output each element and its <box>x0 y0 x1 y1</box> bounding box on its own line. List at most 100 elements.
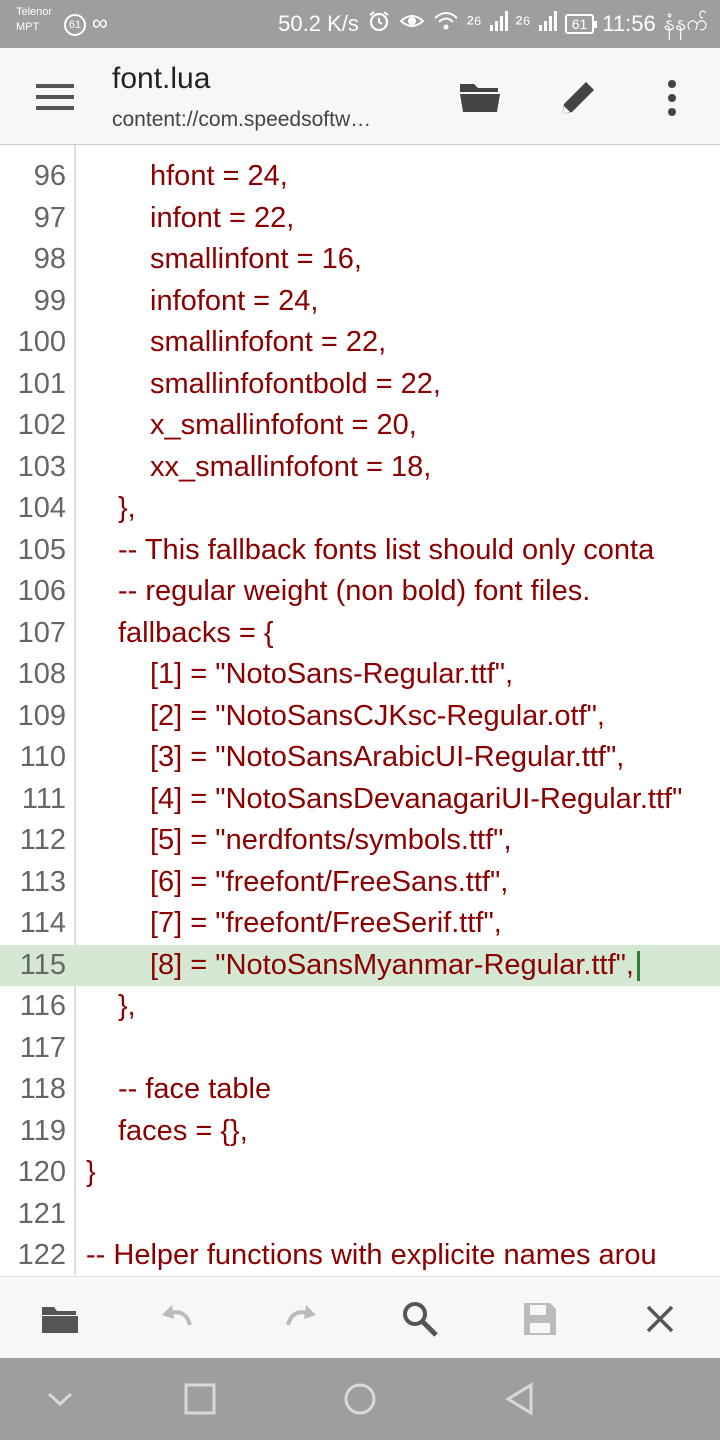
undo-icon[interactable] <box>158 1299 198 1339</box>
line-number: 113 <box>19 865 66 898</box>
app-toolbar: font.lua content://com.speedsoftw… <box>0 48 720 145</box>
open-folder-icon[interactable] <box>458 76 502 120</box>
status-bar: Telenor MPT 61 ∞ 50.2 K/s ²⁶ ²⁶ 61 11:56… <box>0 0 720 48</box>
line-number: 97 <box>33 201 66 234</box>
open-file-icon[interactable] <box>40 1299 80 1339</box>
code-line[interactable]: 117 <box>0 1028 720 1070</box>
signal-2-icon <box>538 11 557 37</box>
clock-suffix: နံနက် <box>663 9 708 35</box>
code-line[interactable]: 108 [1] = "NotoSans-Regular.ttf", <box>0 654 720 696</box>
code-line[interactable]: 104}, <box>0 488 720 530</box>
signal-2-label: ²⁶ <box>515 12 531 35</box>
code-text: smallinfont = 16, <box>150 243 362 275</box>
line-number: 104 <box>17 492 66 524</box>
code-line[interactable]: 98 smallinfont = 16, <box>0 239 720 281</box>
code-text: }, <box>118 492 136 524</box>
code-line[interactable]: 109 [2] = "NotoSansCJKsc-Regular.otf", <box>0 696 720 738</box>
code-line[interactable]: 120} <box>0 1152 720 1194</box>
code-line[interactable]: 96 hfont = 24, <box>0 156 720 198</box>
code-text: hfont = 24, <box>150 160 288 192</box>
code-editor[interactable]: 96 hfont = 24, 97 infont = 22, 98 smallinfont… <box>0 145 720 1275</box>
redo-icon[interactable] <box>280 1299 320 1339</box>
code-text: fallbacks = { <box>118 616 274 649</box>
carrier-info: Telenor MPT <box>16 6 52 36</box>
line-number: 98 <box>33 243 66 275</box>
code-line[interactable]: 102 x_smallinfofont = 20, <box>0 405 720 447</box>
notification-badge: 61 <box>64 14 86 36</box>
code-line[interactable]: 107 fallbacks = { <box>0 613 720 655</box>
line-number: 106 <box>17 575 66 607</box>
clock: 11:56 <box>602 11 656 36</box>
code-text: [2] = "NotoSansCJKsc-Regular.otf", <box>150 699 605 732</box>
more-options-icon[interactable] <box>650 76 694 120</box>
code-line[interactable]: 100 smallinfofont = 22, <box>0 322 720 364</box>
hamburger-menu-icon[interactable] <box>36 84 74 110</box>
file-title: font.lua <box>112 62 211 95</box>
line-number: 115 <box>19 948 66 981</box>
code-text: [4] = "NotoSansDevanagariUI-Regular.ttf" <box>150 782 683 815</box>
chevron-down-icon[interactable] <box>43 1382 77 1416</box>
line-number: 108 <box>17 658 66 690</box>
text-cursor <box>637 950 640 981</box>
line-number: 99 <box>33 284 66 317</box>
home-circle-icon[interactable] <box>343 1382 377 1416</box>
line-number: 102 <box>17 409 66 441</box>
code-text: smallinfofont = 22, <box>150 326 387 358</box>
code-text: smallinfofontbold = 22, <box>150 367 441 400</box>
code-line[interactable]: 122 -- Helper functions with explicite na… <box>0 1235 720 1275</box>
code-text: [1] = "NotoSans-Regular.ttf", <box>150 658 514 690</box>
code-line[interactable]: 118 -- face table <box>0 1069 720 1111</box>
bottom-toolbar <box>0 1276 720 1359</box>
code-line[interactable]: 119 faces = {}, <box>0 1111 720 1153</box>
code-text: [7] = "freefont/FreeSerif.ttf", <box>150 907 502 939</box>
code-text: faces = {}, <box>118 1114 248 1147</box>
code-line[interactable]: 116}, <box>0 986 720 1028</box>
carrier-top: Telenor <box>16 6 53 18</box>
code-text: [8] = "NotoSansMyanmar-Regular.ttf", <box>150 948 634 981</box>
carrier-bottom: MPT <box>16 21 40 33</box>
recents-square-icon[interactable] <box>183 1382 217 1416</box>
line-number: 117 <box>19 1031 66 1064</box>
line-number: 105 <box>17 533 66 566</box>
code-line[interactable]: 99 infofont = 24, <box>0 281 720 323</box>
line-number: 110 <box>19 741 66 773</box>
code-text: -- regular weight (non bold) font files. <box>118 575 591 607</box>
line-number: 107 <box>17 616 66 649</box>
signal-1-label: ²⁶ <box>466 12 482 35</box>
code-text: } <box>86 1156 96 1188</box>
code-text: [3] = "NotoSansArabicUI-Regular.ttf", <box>150 741 625 773</box>
line-number: 109 <box>17 699 66 732</box>
alarm-icon <box>367 9 391 39</box>
line-number: 96 <box>33 160 66 192</box>
code-line[interactable]: 106 -- regular weight (non bold) font fil… <box>0 571 720 613</box>
line-number: 116 <box>19 990 66 1022</box>
code-line[interactable]: 103 xx_smallinfofont = 18, <box>0 447 720 489</box>
line-number: 101 <box>17 367 66 400</box>
close-icon[interactable] <box>640 1299 680 1339</box>
code-text: -- This fallback fonts list should only … <box>118 533 655 566</box>
battery-icon: 61 <box>564 14 597 34</box>
code-line[interactable]: 101 smallinfofontbold = 22, <box>0 364 720 406</box>
code-line[interactable]: 113 [6] = "freefont/FreeSans.ttf", <box>0 862 720 904</box>
line-number: 112 <box>19 824 66 856</box>
current-code-line[interactable]: 115 [8] = "NotoSansMyanmar-Regular.ttf", <box>0 944 720 986</box>
code-text: -- face table <box>118 1073 272 1105</box>
code-line[interactable]: 112 [5] = "nerdfonts/symbols.ttf", <box>0 820 720 862</box>
code-line[interactable]: 121 <box>0 1194 720 1236</box>
code-text: x_smallinfofont = 20, <box>150 409 417 441</box>
code-line[interactable]: 105 -- This fallback fonts list should on… <box>0 530 720 572</box>
code-line[interactable]: 110 [3] = "NotoSansArabicUI-Regular.ttf", <box>0 737 720 779</box>
search-icon[interactable] <box>400 1299 440 1339</box>
save-icon[interactable] <box>520 1299 560 1339</box>
file-path: content://com.speedsoftw… <box>112 108 372 131</box>
code-text: }, <box>118 990 136 1022</box>
edit-pencil-icon[interactable] <box>556 76 600 120</box>
code-line[interactable]: 111 [4] = "NotoSansDevanagariUI-Regular.t… <box>0 779 720 821</box>
line-number: 118 <box>19 1073 66 1105</box>
back-triangle-icon[interactable] <box>503 1382 537 1416</box>
code-line[interactable]: 97 infont = 22, <box>0 198 720 240</box>
line-number: 121 <box>17 1197 66 1230</box>
line-number: 119 <box>19 1114 66 1147</box>
code-line[interactable]: 114 [7] = "freefont/FreeSerif.ttf", <box>0 903 720 945</box>
line-number: 103 <box>17 450 66 483</box>
